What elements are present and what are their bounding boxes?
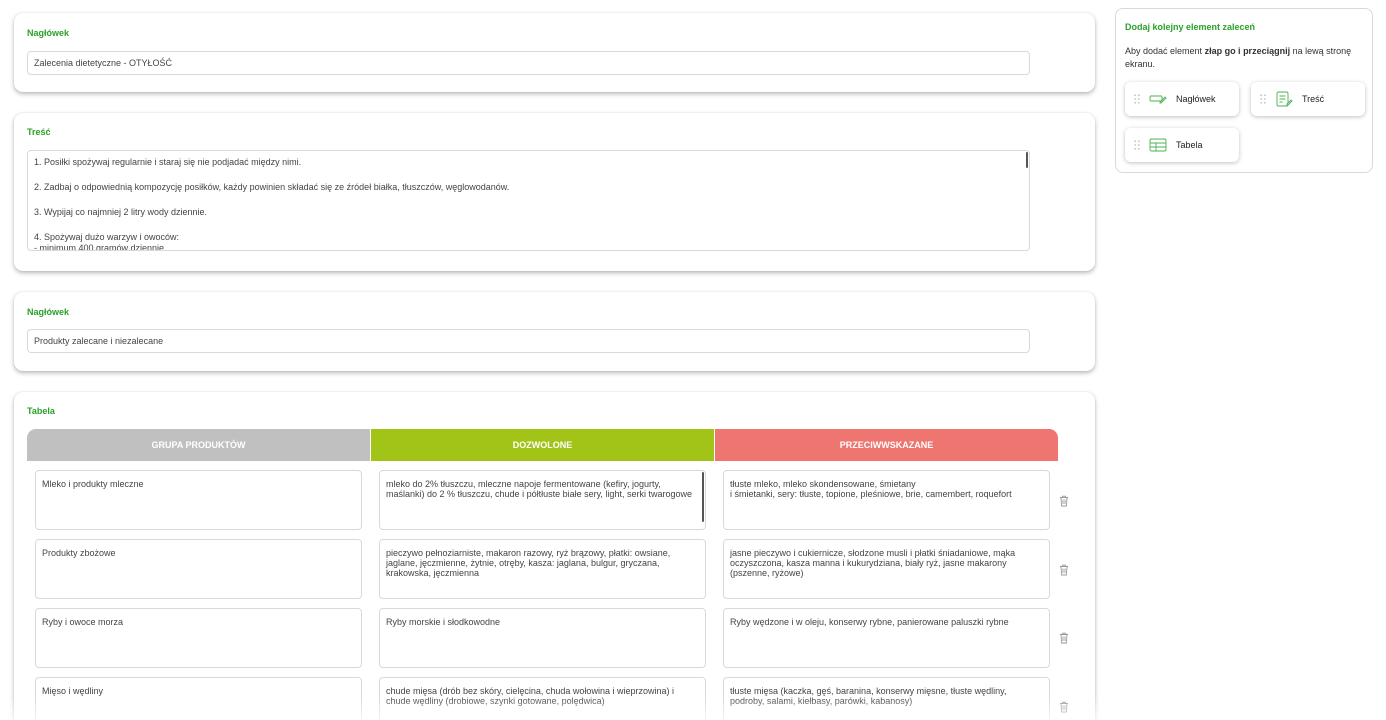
content-line: 2. Zadbaj o odpowiednią kompozycję posił… — [34, 182, 510, 192]
table-card: Tabela GRUPA PRODUKTÓW DOZWOLONE PRZECIW… — [14, 392, 1095, 720]
draggable-header-element[interactable]: Nagłówek — [1125, 82, 1239, 116]
chip-label: Treść — [1302, 94, 1325, 104]
panel-desc-start: Aby dodać element — [1125, 46, 1205, 56]
header-input[interactable]: Zalecenia dietetyczne - OTYŁOŚĆ — [27, 51, 1030, 75]
cell-group[interactable]: Ryby i owoce morza — [35, 608, 362, 668]
draggable-table-element[interactable]: Tabela — [1125, 128, 1239, 162]
column-header-contra: PRZECIWWSKAZANE — [715, 429, 1058, 461]
panel-title: Dodaj kolejny element zaleceń — [1125, 22, 1256, 32]
cell-scrollbar[interactable] — [702, 472, 704, 522]
content-card: Treść 1. Posiłki spożywaj regularnie i s… — [14, 113, 1095, 271]
drag-handle-icon[interactable] — [1134, 94, 1140, 104]
content-line: - minimum 400 gramów dziennie. — [34, 243, 167, 251]
header-input[interactable]: Produkty zalecane i niezalecane — [27, 329, 1030, 353]
trash-icon[interactable] — [1059, 632, 1069, 644]
draggable-text-element[interactable]: Treść — [1251, 82, 1365, 116]
cell-allowed[interactable]: pieczywo pełnoziarniste, makaron razowy,… — [379, 539, 706, 599]
chip-label: Nagłówek — [1176, 94, 1216, 104]
card-label: Nagłówek — [27, 307, 70, 317]
add-element-panel: Dodaj kolejny element zaleceń Aby dodać … — [1115, 8, 1373, 173]
drag-handle-icon[interactable] — [1134, 140, 1140, 150]
trash-icon[interactable] — [1059, 564, 1069, 576]
table-element-icon — [1149, 138, 1167, 152]
card-label: Treść — [27, 127, 51, 137]
header-card-2: Nagłówek Produkty zalecane i niezalecane — [14, 292, 1095, 371]
column-header-group: GRUPA PRODUKTÓW — [27, 429, 370, 461]
content-textarea[interactable]: 1. Posiłki spożywaj regularnie i staraj … — [27, 150, 1030, 251]
card-label: Tabela — [27, 406, 55, 416]
cell-group[interactable]: Produkty zbożowe — [35, 539, 362, 599]
content-line: 3. Wypijaj co najmniej 2 litry wody dzie… — [34, 207, 207, 217]
cell-group[interactable]: Mięso i wędliny — [35, 677, 362, 720]
column-header-allowed: DOZWOLONE — [371, 429, 714, 461]
trash-icon[interactable] — [1059, 495, 1069, 507]
card-label: Nagłówek — [27, 28, 70, 38]
cell-allowed[interactable]: chude mięsa (drób bez skóry, cielęcina, … — [379, 677, 706, 720]
drag-handle-icon[interactable] — [1260, 94, 1266, 104]
header-card-1: Nagłówek Zalecenia dietetyczne - OTYŁOŚĆ — [14, 13, 1095, 92]
content-line: 1. Posiłki spożywaj regularnie i staraj … — [34, 157, 302, 167]
cell-contra[interactable]: jasne pieczywo i cukiernicze, słodzone m… — [723, 539, 1050, 599]
textarea-scrollbar[interactable] — [1026, 152, 1028, 168]
header-element-icon — [1149, 95, 1167, 104]
panel-desc-bold: złap go i przeciągnij — [1204, 46, 1291, 56]
cell-text: mleko do 2% tłuszczu, mleczne napoje fer… — [386, 479, 692, 499]
cell-allowed[interactable]: Ryby morskie i słodkowodne — [379, 608, 706, 668]
chip-label: Tabela — [1176, 140, 1203, 150]
text-element-icon — [1276, 91, 1293, 107]
cell-group[interactable]: Mleko i produkty mleczne — [35, 470, 362, 530]
trash-icon[interactable] — [1059, 701, 1069, 713]
cell-contra[interactable]: tłuste mleko, mleko skondensowane, śmiet… — [723, 470, 1050, 530]
table-header: GRUPA PRODUKTÓW DOZWOLONE PRZECIWWSKAZAN… — [27, 429, 1058, 461]
cell-contra[interactable]: Ryby wędzone i w oleju, konserwy rybne, … — [723, 608, 1050, 668]
panel-description: Aby dodać element złap go i przeciągnij … — [1125, 45, 1370, 71]
content-line: 4. Spożywaj dużo warzyw i owoców: — [34, 232, 180, 242]
cell-contra[interactable]: tłuste mięsa (kaczka, gęś, baranina, kon… — [723, 677, 1050, 720]
cell-allowed[interactable]: mleko do 2% tłuszczu, mleczne napoje fer… — [379, 470, 706, 530]
